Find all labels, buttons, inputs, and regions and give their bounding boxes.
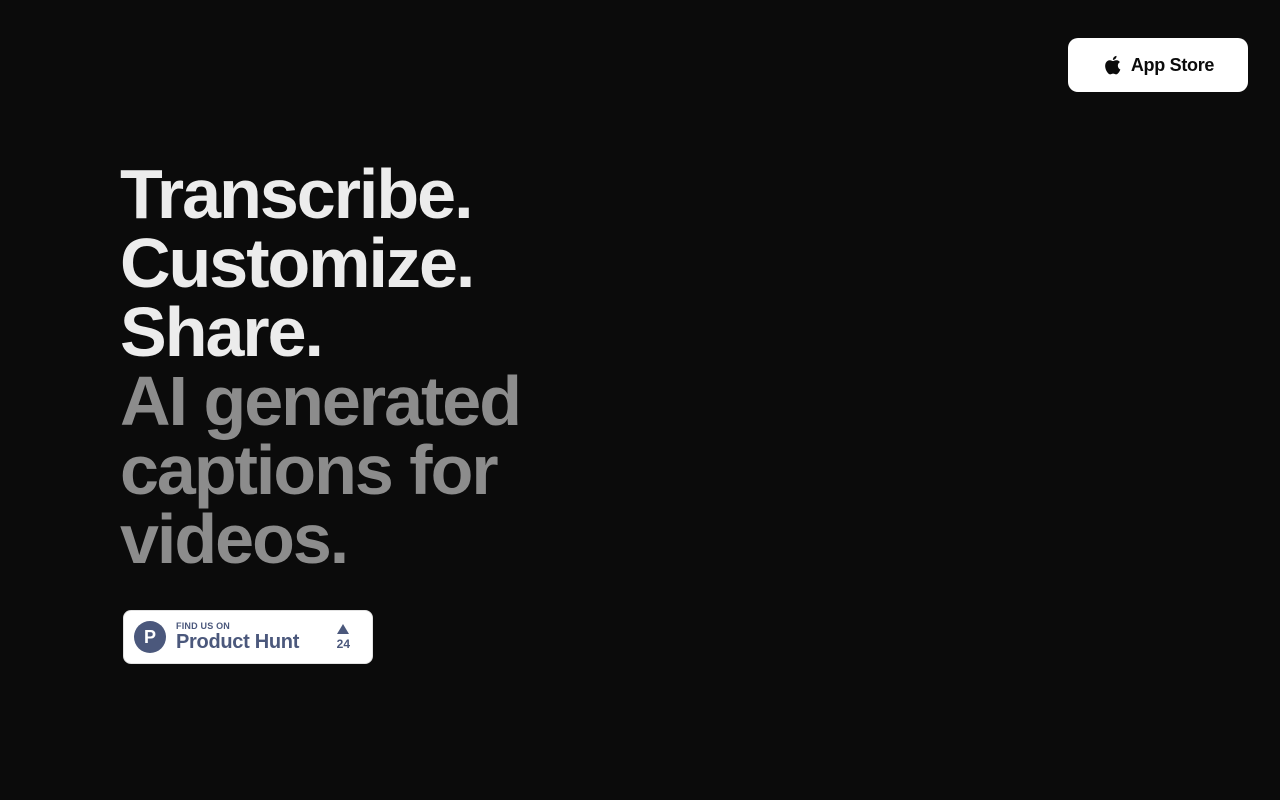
subheadline-line-3: videos.	[120, 500, 349, 578]
upvote-count: 24	[336, 637, 350, 651]
headline-line-transcribe: Transcribe.	[120, 155, 474, 233]
subheadline-line-2: captions for	[120, 431, 499, 509]
product-hunt-badge[interactable]: P FIND US ON Product Hunt 24	[123, 610, 373, 664]
upvote-arrow-icon	[337, 624, 350, 634]
product-hunt-votes: 24	[337, 624, 350, 650]
hero-headline: Transcribe. Customize. Share. AI generat…	[120, 155, 760, 578]
product-hunt-find-us: FIND US ON	[176, 621, 231, 631]
product-hunt-text: FIND US ON Product Hunt	[176, 621, 299, 653]
svg-text:P: P	[144, 627, 156, 647]
product-hunt-name: Product Hunt	[176, 631, 300, 653]
app-store-button[interactable]: App Store	[1068, 38, 1248, 92]
headline-line-customize: Customize.	[120, 224, 475, 302]
product-hunt-logo-icon: P	[134, 621, 166, 653]
app-store-label: App Store	[1130, 54, 1215, 75]
apple-icon	[1105, 55, 1121, 75]
page: App Store Transcribe. Customize. Share. …	[0, 0, 1280, 800]
headline-line-share: Share.	[120, 293, 324, 371]
subheadline-line-1: AI generated	[120, 362, 522, 440]
